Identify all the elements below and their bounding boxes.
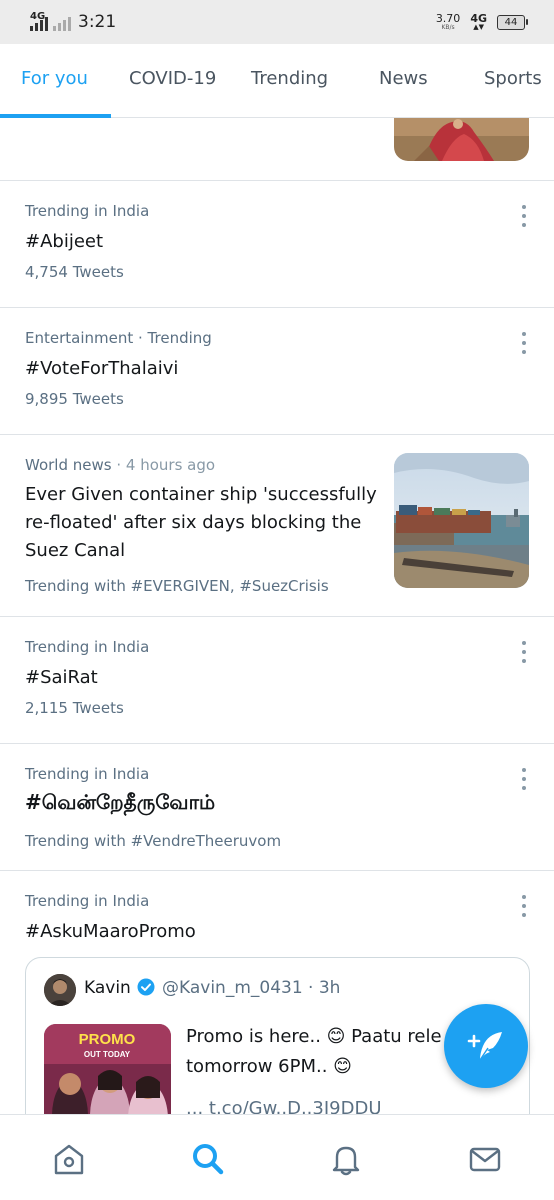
explore-tabs: For you COVID-19 Trending News Sports: [0, 44, 554, 118]
trend-title: #AskuMaaroPromo: [25, 921, 196, 942]
status-left: 4G 3:21: [30, 11, 116, 33]
signal-icon: 4G: [30, 11, 71, 33]
compose-tweet-button[interactable]: [444, 1004, 528, 1088]
nav-search[interactable]: [190, 1141, 226, 1177]
trend-context: Trending in India: [25, 892, 150, 910]
search-icon: [193, 1144, 224, 1175]
more-options-icon[interactable]: [518, 205, 530, 227]
trend-tweet-count: 9,895 Tweets: [25, 390, 124, 408]
data-arrows-icon: ▲▼: [473, 23, 485, 31]
trend-context: Trending in India: [25, 202, 150, 220]
tab-trending[interactable]: Trending: [251, 68, 328, 89]
network-type-right: 4G ▲▼: [470, 13, 487, 31]
explore-feed: Trending in India #Abijeet 4,754 Tweets …: [0, 118, 554, 1114]
news-headline-line: re-floated' after six days blocking the: [25, 512, 362, 533]
avatar[interactable]: [44, 974, 76, 1006]
messages-icon: [469, 1147, 501, 1172]
battery-icon: 44: [497, 14, 528, 30]
trend-context: Trending in India: [25, 765, 150, 783]
tab-sports[interactable]: Sports: [484, 68, 542, 89]
compose-tweet-icon: [467, 1032, 502, 1061]
trend-title: #SaiRat: [25, 667, 98, 688]
network-speed-unit: KB/s: [441, 24, 455, 31]
notifications-icon: [332, 1146, 360, 1176]
quoted-tweet-image[interactable]: PROMO OUT TODAY ASKU: [44, 1024, 171, 1114]
news-category: World news: [25, 456, 112, 474]
news-trending-with: Trending with #EVERGIVEN, #SuezCrisis: [25, 577, 329, 595]
battery-level: 44: [504, 16, 518, 28]
trend-context: Entertainment · Trending: [25, 329, 212, 347]
network-speed: 3.70 KB/s: [436, 13, 461, 31]
news-headline: Ever Given container ship 'successfully …: [25, 481, 385, 565]
nav-home[interactable]: [51, 1141, 87, 1177]
bottom-navigation: [0, 1114, 554, 1200]
trend-title: #VoteForThalaivi: [25, 358, 179, 379]
nav-notifications[interactable]: [328, 1141, 364, 1177]
network-speed-value: 3.70: [435, 12, 461, 25]
status-right: 3.70 KB/s 4G ▲▼ 44: [436, 13, 528, 31]
trend-item[interactable]: Entertainment · Trending #VoteForThalaiv…: [0, 307, 554, 434]
news-image[interactable]: [394, 453, 529, 588]
news-meta: World news · 4 hours ago: [25, 456, 215, 474]
trend-context: Trending in India: [25, 638, 150, 656]
news-headline-line: Suez Canal: [25, 540, 126, 561]
trend-item[interactable]: Trending in India #Abijeet 4,754 Tweets: [0, 180, 554, 307]
quoted-author-name: Kavin: [84, 978, 131, 998]
tab-news[interactable]: News: [379, 68, 428, 89]
news-headline-line: Ever Given container ship 'successfully: [25, 484, 377, 505]
quoted-author-handle: @Kavin_m_0431 · 3h: [162, 978, 341, 998]
news-item[interactable]: World news · 4 hours ago Ever Given cont…: [0, 434, 554, 616]
clock: 3:21: [78, 12, 117, 32]
tab-for-you[interactable]: For you: [21, 68, 88, 89]
status-bar: 4G 3:21 3.70 KB/s 4G ▲▼ 44: [0, 0, 554, 44]
previous-item-thumbnail[interactable]: [394, 118, 529, 161]
home-icon: [54, 1144, 84, 1175]
tab-covid-19[interactable]: COVID-19: [129, 68, 216, 89]
trend-title: #Abijeet: [25, 231, 104, 252]
image-caption-promo: PROMO: [79, 1031, 136, 1048]
quoted-tweet-line: ... t.co/Gw..D..3I9DDU: [186, 1098, 382, 1114]
more-options-icon[interactable]: [518, 768, 530, 790]
trend-tweet-count: 2,115 Tweets: [25, 699, 124, 717]
trend-trending-with: Trending with #VendreTheeruvom: [25, 832, 282, 850]
nav-messages[interactable]: [467, 1141, 503, 1177]
trend-title: #வென்றேதீருவோம்: [25, 790, 216, 814]
trend-item[interactable]: Trending in India #வென்றேதீருவோம் Trendi…: [0, 743, 554, 870]
trend-item[interactable]: Trending in India #SaiRat 2,115 Tweets: [0, 616, 554, 743]
more-options-icon[interactable]: [518, 641, 530, 663]
trend-tweet-count: 4,754 Tweets: [25, 263, 124, 281]
more-options-icon[interactable]: [518, 895, 530, 917]
verified-badge-icon: [137, 978, 155, 996]
image-caption-out-today: OUT TODAY: [84, 1050, 131, 1059]
more-options-icon[interactable]: [518, 332, 530, 354]
news-time: · 4 hours ago: [116, 456, 216, 474]
